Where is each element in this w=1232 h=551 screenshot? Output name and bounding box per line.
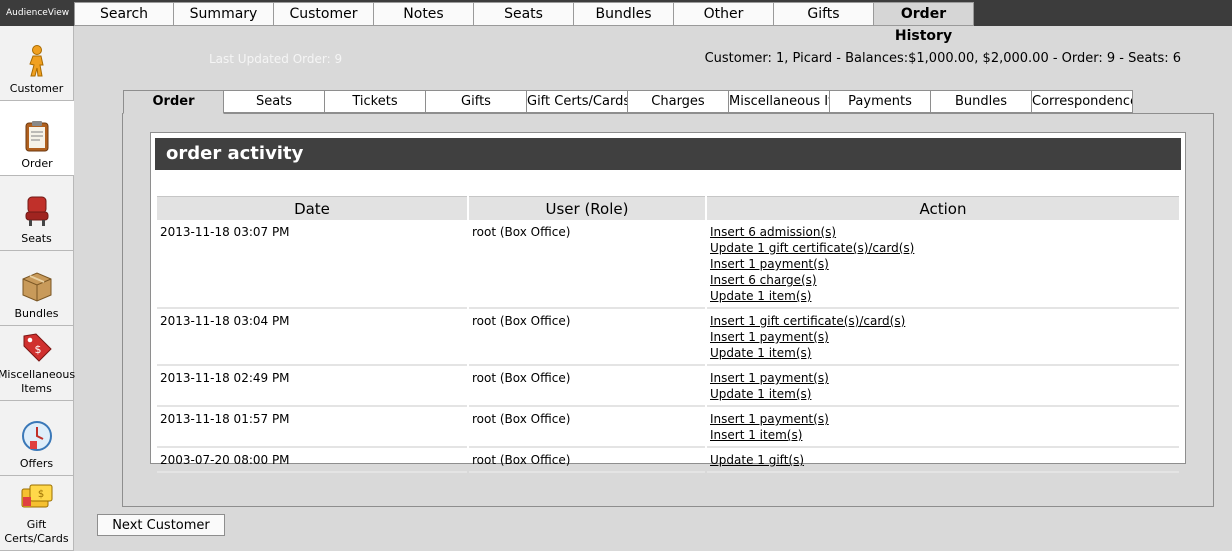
row-user: root (Box Office)	[469, 309, 705, 366]
tab-search[interactable]: Search	[74, 2, 174, 26]
last-updated-order: Last Updated Order: 9	[209, 52, 343, 66]
column-header-date: Date	[157, 196, 467, 220]
sidebar-item-label: Bundles	[14, 307, 59, 320]
box-icon	[20, 269, 54, 303]
row-date: 2013-11-18 02:49 PM	[157, 366, 467, 407]
sidebar-item-label: Seats	[21, 232, 52, 245]
row-actions: Insert 1 payment(s) Insert 1 item(s)	[707, 407, 1179, 448]
row-date: 2013-11-18 01:57 PM	[157, 407, 467, 448]
sidebar-item-offers[interactable]: Offers	[0, 401, 74, 476]
action-link[interactable]: Insert 1 payment(s)	[710, 411, 1176, 427]
row-user: root (Box Office)	[469, 407, 705, 448]
action-link[interactable]: Insert 1 item(s)	[710, 427, 1176, 443]
table-row: 2013-11-18 01:57 PM root (Box Office) Inse…	[157, 407, 1179, 448]
sidebar-item-label: Miscellaneous Items	[0, 368, 76, 395]
next-customer-button[interactable]: Next Customer	[97, 514, 225, 536]
row-user: root (Box Office)	[469, 220, 705, 309]
sub-tab-gifts[interactable]: Gifts	[426, 90, 527, 113]
sub-tab-seats[interactable]: Seats	[224, 90, 325, 113]
action-link[interactable]: Insert 1 payment(s)	[710, 329, 1176, 345]
tab-order-history[interactable]: Order History	[874, 2, 974, 44]
tab-gifts[interactable]: Gifts	[774, 2, 874, 26]
seat-icon	[20, 194, 54, 228]
sub-tab-order[interactable]: Order	[123, 90, 224, 114]
column-header-action: Action	[707, 196, 1179, 220]
sidebar-item-label: Customer	[9, 82, 64, 95]
gift-card-icon: $	[20, 480, 54, 514]
tab-summary[interactable]: Summary	[174, 2, 274, 26]
activity-rows: 2013-11-18 03:07 PM root (Box Office) Inse…	[157, 220, 1179, 473]
sidebar-item-label: Offers	[19, 457, 54, 470]
tab-bundles[interactable]: Bundles	[574, 2, 674, 26]
section-title: order activity	[155, 138, 1181, 170]
tab-other[interactable]: Other	[674, 2, 774, 26]
row-date: 2013-11-18 03:07 PM	[157, 220, 467, 309]
sub-tab-miscellaneous-items[interactable]: Miscellaneous Items	[729, 90, 830, 113]
clock-icon	[20, 419, 54, 453]
tab-seats[interactable]: Seats	[474, 2, 574, 26]
table-header-row: Date User (Role) Action	[157, 196, 1179, 220]
action-link[interactable]: Update 1 item(s)	[710, 345, 1176, 361]
tab-notes[interactable]: Notes	[374, 2, 474, 26]
action-link[interactable]: Insert 1 payment(s)	[710, 256, 1176, 272]
sidebar-item-bundles[interactable]: Bundles	[0, 251, 74, 326]
sub-tab-tickets[interactable]: Tickets	[325, 90, 426, 113]
sub-tab-correspondence[interactable]: Correspondence	[1032, 90, 1133, 113]
sidebar-item-order[interactable]: Order	[0, 101, 74, 176]
customer-summary: Customer: 1, Picard - Balances:$1,000.00…	[704, 51, 1181, 66]
action-link[interactable]: Insert 1 payment(s)	[710, 370, 1176, 386]
row-user: root (Box Office)	[469, 366, 705, 407]
column-header-user: User (Role)	[469, 196, 705, 220]
row-actions: Insert 1 payment(s) Update 1 item(s)	[707, 366, 1179, 407]
svg-text:$: $	[37, 489, 43, 500]
table-row: 2013-11-18 02:49 PM root (Box Office) Inse…	[157, 366, 1179, 407]
action-link[interactable]: Update 1 item(s)	[710, 288, 1176, 304]
table-row: 2003-07-20 08:00 PM root (Box Office) Upda…	[157, 448, 1179, 473]
row-date: 2013-11-18 03:04 PM	[157, 309, 467, 366]
action-link[interactable]: Insert 6 charge(s)	[710, 272, 1176, 288]
row-date: 2003-07-20 08:00 PM	[157, 448, 467, 473]
sidebar-item-customer[interactable]: Customer	[0, 26, 74, 101]
price-tag-icon: $	[20, 330, 54, 364]
action-link[interactable]: Update 1 gift certificate(s)/card(s)	[710, 240, 1176, 256]
svg-text:$: $	[34, 343, 41, 356]
row-actions: Insert 1 gift certificate(s)/card(s) Inse…	[707, 309, 1179, 366]
person-icon	[20, 44, 54, 78]
activity-table: Date User (Role) Action 2013-11-18 03:07…	[155, 196, 1181, 473]
app-brand: AudienceView	[6, 8, 70, 18]
sidebar-item-miscellaneous-items[interactable]: $ Miscellaneous Items	[0, 326, 76, 401]
action-link[interactable]: Insert 1 gift certificate(s)/card(s)	[710, 313, 1176, 329]
sidebar-item-seats[interactable]: Seats	[0, 176, 74, 251]
sub-tab-bundles[interactable]: Bundles	[931, 90, 1032, 113]
sub-tab-payments[interactable]: Payments	[830, 90, 931, 113]
top-tabs: Search Summary Customer Notes Seats Bundles Ot…	[74, 2, 974, 44]
row-user: root (Box Office)	[469, 448, 705, 473]
action-link[interactable]: Update 1 gift(s)	[710, 452, 1176, 468]
sub-tab-gift-certs-cards[interactable]: Gift Certs/Cards	[527, 90, 628, 113]
sidebar-item-label: Gift Certs/Cards	[4, 518, 69, 545]
clipboard-icon	[20, 119, 54, 153]
tab-customer[interactable]: Customer	[274, 2, 374, 26]
action-link[interactable]: Update 1 item(s)	[710, 386, 1176, 402]
table-row: 2013-11-18 03:07 PM root (Box Office) Inse…	[157, 220, 1179, 309]
table-row: 2013-11-18 03:04 PM root (Box Office) Inse…	[157, 309, 1179, 366]
sidebar-item-label: Order	[21, 157, 53, 170]
action-link[interactable]: Insert 6 admission(s)	[710, 224, 1176, 240]
row-actions: Update 1 gift(s)	[707, 448, 1179, 473]
sidebar-item-gift-certs-cards[interactable]: $ Gift Certs/Cards	[0, 476, 74, 551]
sub-tab-charges[interactable]: Charges	[628, 90, 729, 113]
row-actions: Insert 6 admission(s) Update 1 gift certi…	[707, 220, 1179, 309]
top-nav-bar: AudienceView Search Summary Customer Notes S…	[0, 0, 1232, 44]
order-sub-tabs: Order Seats Tickets Gifts Gift Certs/Cards Ch…	[123, 90, 1133, 114]
side-nav: Customer Order Seats Bundles $ Miscellaneous …	[0, 26, 76, 551]
